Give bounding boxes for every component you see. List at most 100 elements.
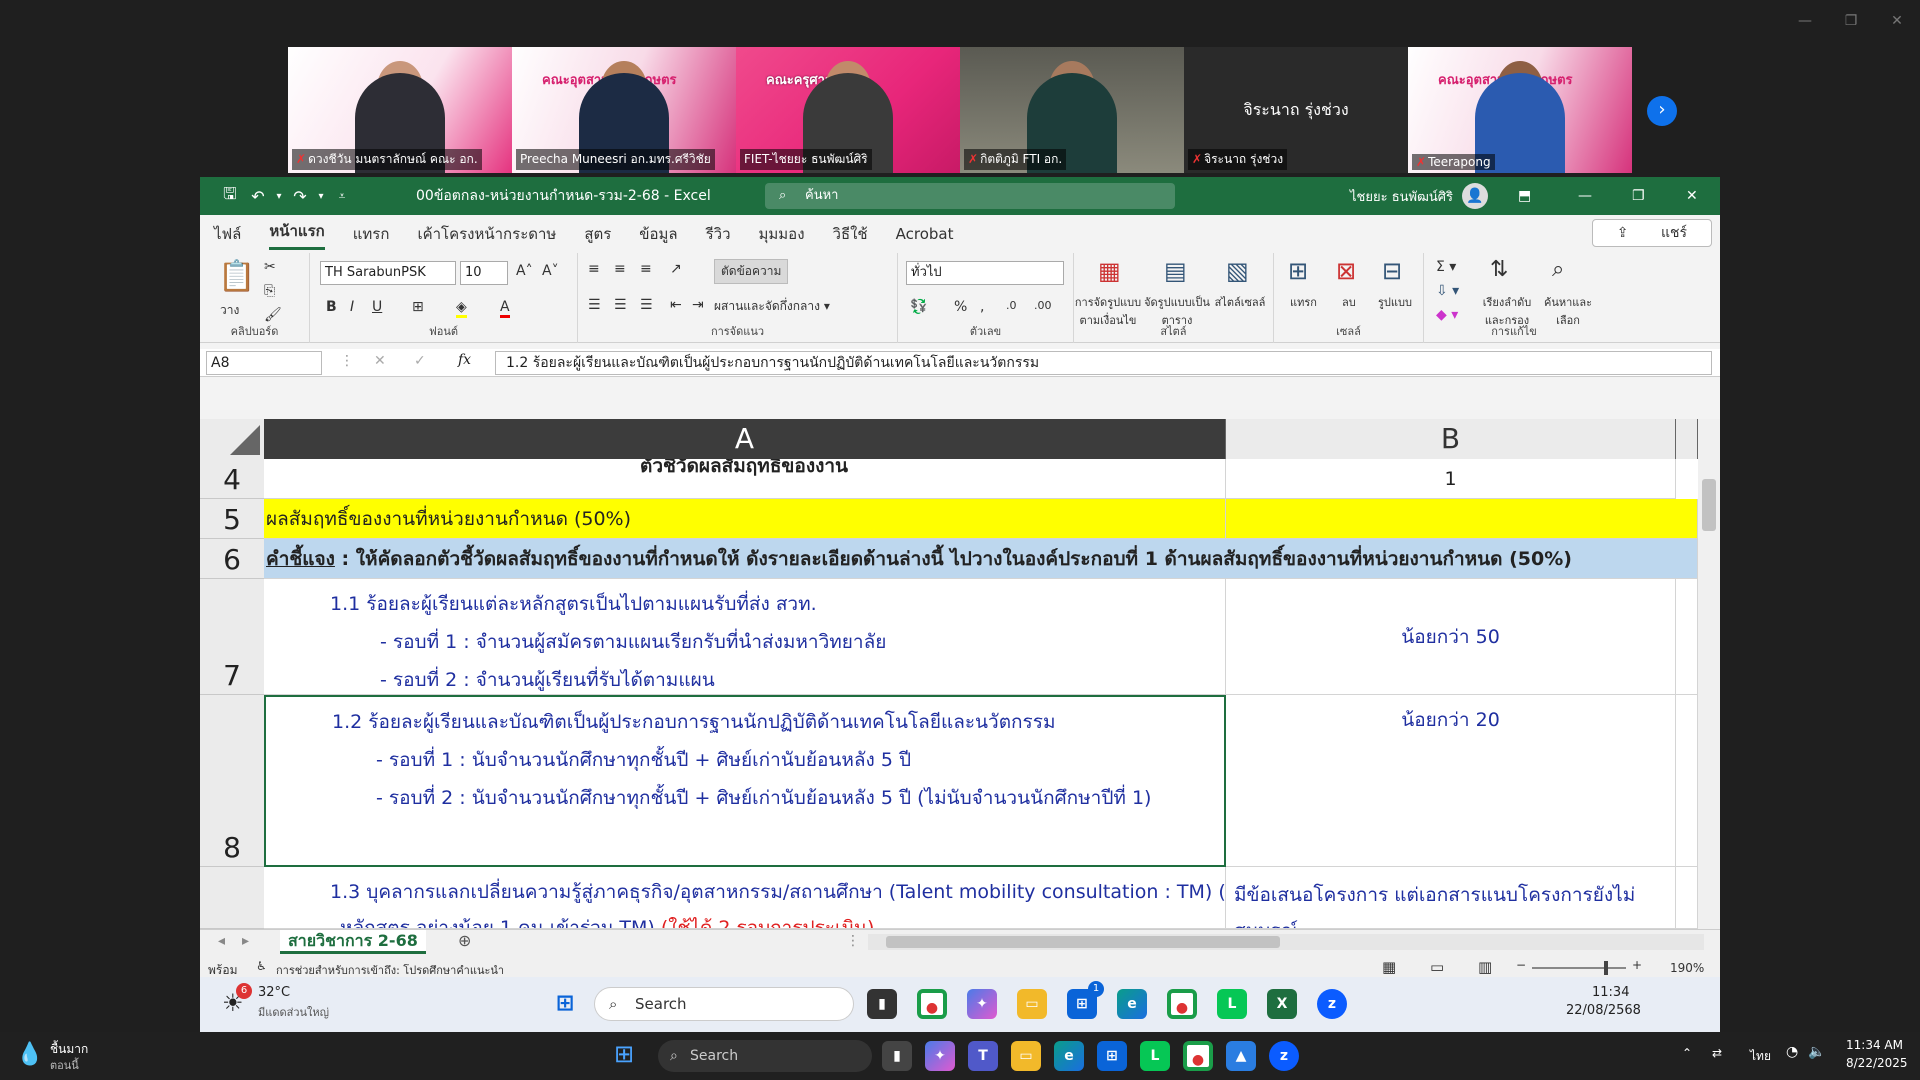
- cell-b8[interactable]: น้อยกว่า 20: [1226, 695, 1676, 867]
- tab-review[interactable]: รีวิว: [706, 222, 731, 246]
- find-select-icon[interactable]: ⌕: [1552, 257, 1564, 282]
- align-right-icon[interactable]: ☰: [640, 297, 653, 313]
- accessibility-icon[interactable]: ♿: [256, 959, 267, 973]
- edge-icon[interactable]: e: [1117, 989, 1147, 1019]
- decrease-decimal-icon[interactable]: .00: [1034, 299, 1052, 312]
- line-icon[interactable]: L: [1217, 989, 1247, 1019]
- format-painter-icon[interactable]: 🖌: [264, 307, 282, 323]
- scroll-thumb[interactable]: [1702, 479, 1716, 531]
- bold-icon[interactable]: B: [326, 299, 337, 315]
- chevron-down-icon[interactable]: ▾: [314, 191, 328, 202]
- number-format-select[interactable]: ทั่วไป: [906, 261, 1064, 285]
- cancel-icon[interactable]: ✕: [374, 353, 386, 369]
- cell-a6[interactable]: คำชี้แจง : ให้คัดลอกตัวชี้วัดผลสัมฤทธิ์ข…: [264, 539, 1698, 579]
- participant-tile[interactable]: คณะอุตสาหกรรมเกษตร Preecha Muneesri อก.ม…: [512, 47, 736, 173]
- next-sheet-icon[interactable]: ▸: [242, 933, 249, 949]
- row-header-5[interactable]: 5: [200, 499, 264, 539]
- align-center-icon[interactable]: ☰: [614, 297, 627, 313]
- redo-icon[interactable]: ↷: [286, 187, 314, 206]
- minimize-icon[interactable]: —: [1782, 8, 1828, 34]
- copilot-icon[interactable]: ✦: [925, 1041, 955, 1071]
- cell-b7[interactable]: น้อยกว่า 50: [1226, 579, 1676, 695]
- normal-view-icon[interactable]: ▦: [1382, 958, 1396, 976]
- underline-icon[interactable]: U: [372, 299, 382, 315]
- fill-color-icon[interactable]: ◈: [456, 299, 467, 318]
- orientation-icon[interactable]: ↗: [670, 261, 682, 277]
- customize-toolbar-icon[interactable]: ⩡: [328, 189, 356, 204]
- zoom-app-icon[interactable]: z: [1317, 989, 1347, 1019]
- format-table-icon[interactable]: ▤: [1164, 257, 1187, 285]
- chevron-up-icon[interactable]: ⌃: [1682, 1046, 1692, 1060]
- tab-formulas[interactable]: สูตร: [584, 222, 611, 246]
- increase-decimal-icon[interactable]: .0: [1006, 299, 1017, 312]
- close-icon[interactable]: ✕: [1874, 8, 1920, 34]
- row-header-8[interactable]: 8: [200, 695, 264, 867]
- file-explorer-icon[interactable]: ▭: [1017, 989, 1047, 1019]
- save-icon[interactable]: 🖫: [216, 183, 244, 210]
- insert-cells-icon[interactable]: ⊞: [1288, 257, 1308, 285]
- taskbar-search[interactable]: ⌕ Search: [594, 987, 854, 1021]
- cell-b5[interactable]: [1226, 499, 1698, 539]
- weather-icon[interactable]: 💧: [16, 1042, 43, 1067]
- cell-a7[interactable]: 1.1 ร้อยละผู้เรียนแต่ละหลักสูตรเป็นไปตาม…: [264, 579, 1226, 695]
- italic-icon[interactable]: I: [350, 299, 354, 315]
- cell-a9[interactable]: 1.3 บุคลากรแลกเปลี่ยนความรู้สู่ภาคธุรกิจ…: [264, 867, 1226, 929]
- select-all-button[interactable]: [200, 419, 264, 459]
- cell-c7[interactable]: [1676, 579, 1698, 695]
- close-icon[interactable]: ✕: [1686, 188, 1698, 204]
- tab-insert[interactable]: แทรก: [353, 222, 390, 246]
- windows-start-icon[interactable]: ⊞: [614, 1040, 634, 1068]
- network-settings-icon[interactable]: ⇄: [1712, 1046, 1722, 1060]
- decrease-font-icon[interactable]: A˅: [542, 263, 559, 279]
- font-color-icon[interactable]: A: [500, 299, 510, 318]
- excel-icon[interactable]: X: [1267, 989, 1297, 1019]
- zoom-app-icon[interactable]: z: [1269, 1041, 1299, 1071]
- add-sheet-icon[interactable]: ⊕: [458, 931, 471, 950]
- tab-acrobat[interactable]: Acrobat: [896, 225, 954, 243]
- merge-center-button[interactable]: ผสานและจัดกึ่งกลาง ▾: [714, 297, 830, 316]
- increase-indent-icon[interactable]: ⇥: [692, 297, 704, 313]
- participant-tile-active[interactable]: คณะครุศาสตร์ FIET-ไชยยะ ธนพัฒน์ศิริ: [736, 47, 960, 173]
- teams-icon[interactable]: T: [968, 1041, 998, 1071]
- line-icon[interactable]: L: [1140, 1041, 1170, 1071]
- tab-help[interactable]: วิธีใช้: [833, 222, 868, 246]
- edge-icon[interactable]: e: [1054, 1041, 1084, 1071]
- formula-input[interactable]: 1.2 ร้อยละผู้เรียนและบัณฑิตเป็นผู้ประกอบ…: [495, 351, 1712, 375]
- sheet-tab-active[interactable]: สายวิชาการ 2-68: [280, 930, 426, 954]
- windows-start-icon[interactable]: ⊞: [550, 989, 580, 1019]
- sort-filter-icon[interactable]: ⇅: [1490, 257, 1508, 282]
- zoom-in-icon[interactable]: +: [1632, 958, 1642, 972]
- autosum-icon[interactable]: Σ ▾: [1436, 259, 1456, 275]
- currency-icon[interactable]: 💱: [910, 299, 927, 315]
- cell-styles-button[interactable]: สไตล์เซลล์: [1212, 293, 1268, 311]
- copy-icon[interactable]: ⎘: [264, 283, 275, 299]
- restore-icon[interactable]: ❐: [1632, 188, 1645, 204]
- cell-c8[interactable]: [1676, 695, 1698, 867]
- paste-button[interactable]: วาง: [220, 301, 239, 320]
- horizontal-scrollbar[interactable]: [868, 934, 1704, 950]
- scroll-thumb[interactable]: [886, 936, 1280, 948]
- restore-icon[interactable]: ❐: [1828, 8, 1874, 34]
- copilot-icon[interactable]: ✦: [967, 989, 997, 1019]
- next-page-button[interactable]: ›: [1647, 96, 1677, 126]
- row-header-9[interactable]: [200, 867, 264, 929]
- microsoft-store-icon[interactable]: ⊞: [1097, 1041, 1127, 1071]
- task-view-icon[interactable]: ▮: [867, 989, 897, 1019]
- fill-icon[interactable]: ⇩ ▾: [1436, 283, 1459, 299]
- avatar[interactable]: 👤: [1462, 183, 1488, 209]
- name-box[interactable]: A8: [206, 351, 322, 375]
- zoom-out-icon[interactable]: −: [1516, 958, 1526, 972]
- participant-tile[interactable]: ✗ ดวงชีวัน มนตราลักษณ์ คณะ อก.: [288, 47, 512, 173]
- minimize-icon[interactable]: —: [1578, 188, 1592, 204]
- delete-cells-icon[interactable]: ⊠: [1336, 257, 1356, 285]
- column-header-c[interactable]: [1676, 419, 1698, 459]
- tab-page-layout[interactable]: เค้าโครงหน้ากระดาษ: [417, 222, 556, 246]
- volume-icon[interactable]: 🔈: [1808, 1044, 1825, 1060]
- align-bottom-icon[interactable]: ≡: [640, 261, 652, 277]
- row-header-7[interactable]: 7: [200, 579, 264, 695]
- page-layout-icon[interactable]: ▭: [1430, 958, 1444, 976]
- comma-icon[interactable]: ,: [980, 299, 984, 315]
- ribbon-display-icon[interactable]: ⬒: [1518, 188, 1531, 204]
- borders-icon[interactable]: ⊞: [412, 299, 424, 315]
- taskbar-search[interactable]: ⌕ Search: [658, 1040, 872, 1072]
